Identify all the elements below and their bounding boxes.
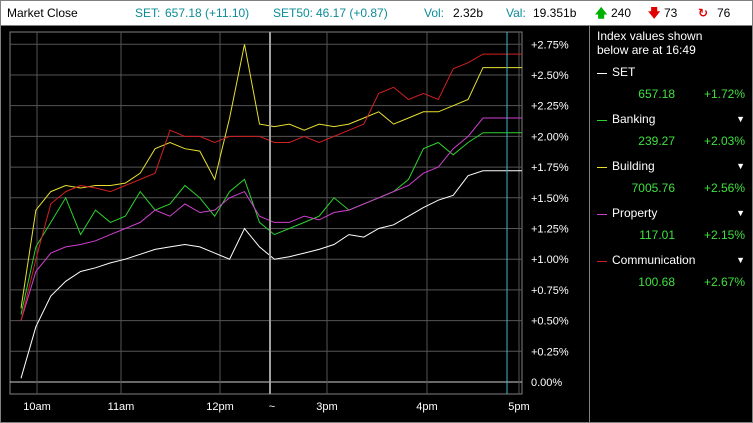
y-tick-label: +1.50%: [531, 193, 569, 205]
cycle-icon: ↻: [698, 6, 709, 20]
index-name: Property: [612, 206, 658, 220]
index-change: +2.15%: [703, 228, 745, 242]
index-row-property[interactable]: Property ▼ 117.01 +2.15%: [590, 205, 753, 249]
index-sidebar: Index values shown below are at 16:49 SE…: [589, 26, 753, 422]
index-row-building[interactable]: Building ▼ 7005.76 +2.56%: [590, 158, 753, 202]
index-row-banking[interactable]: Banking ▼ 239.27 +2.03%: [590, 111, 753, 155]
y-tick-label: +2.25%: [531, 101, 569, 113]
index-row-communication[interactable]: Communication ▼ 100.68 +2.67%: [590, 252, 753, 296]
series-swatch: [597, 73, 607, 74]
y-axis-labels: 0.00% +0.25% +0.50% +0.75% +1.00% +1.25% +1.50…: [531, 39, 569, 389]
index-value: 117.01: [639, 228, 675, 242]
dropdown-arrow-icon[interactable]: ▼: [736, 114, 745, 124]
set50-value: 46.17 (+0.87): [316, 6, 388, 20]
note-line-2: below are at 16:49: [597, 43, 696, 57]
arrow-up-icon: 🡅: [595, 6, 608, 20]
vol-value: 2.32b: [453, 6, 484, 20]
series-layer: [20, 44, 522, 379]
vol-label: Vol:: [424, 6, 445, 20]
series-line-communication: [20, 53, 522, 321]
index-change: +2.67%: [703, 275, 745, 289]
index-change: +2.03%: [703, 134, 745, 148]
series-line-set: [20, 170, 522, 379]
y-tick-label: +1.25%: [531, 223, 569, 235]
dropdown-arrow-icon[interactable]: ▼: [736, 161, 745, 171]
index-name: Banking: [612, 112, 656, 126]
val-label: Val:: [506, 6, 526, 20]
advances-count: 240: [611, 6, 632, 20]
x-tick-label: 5pm: [508, 401, 529, 413]
index-value: 239.27: [638, 134, 675, 148]
unchanged-count: 76: [717, 6, 731, 20]
series-line-banking: [20, 132, 522, 315]
index-chart: 0.00% +0.25% +0.50% +0.75% +1.00% +1.25% +1.50…: [9, 31, 569, 413]
set-value: 657.18 (+11.10): [165, 6, 250, 20]
series-swatch: [597, 120, 607, 121]
y-tick-label: +1.75%: [531, 162, 569, 174]
market-state: Market Close: [7, 6, 78, 20]
x-tick-label: 12pm: [206, 401, 234, 413]
y-tick-label: +2.75%: [531, 39, 569, 51]
x-tick-label: ~: [269, 401, 275, 413]
y-tick-label: +0.25%: [531, 346, 569, 358]
x-axis-labels: 10am 11am 12pm ~3pm 4pm 5pm: [23, 401, 529, 413]
y-tick-label: +2.00%: [531, 131, 569, 143]
set50-label: SET50:: [273, 6, 314, 20]
y-tick-label: +0.50%: [531, 316, 569, 328]
x-tick-label: 3pm: [316, 401, 337, 413]
x-tick-label: 10am: [23, 401, 51, 413]
y-tick-label: +0.75%: [531, 285, 569, 297]
x-tick-label: 11am: [108, 401, 135, 413]
status-bar: Market Close SET: 657.18 (+11.10) SET50:…: [1, 1, 752, 26]
index-name: Communication: [612, 253, 696, 267]
y-tick-label: +2.50%: [531, 70, 569, 82]
series-swatch: [597, 167, 607, 168]
app-window: Market Close SET: 657.18 (+11.10) SET50:…: [0, 0, 753, 423]
index-value: 657.18: [638, 87, 675, 101]
index-change: +1.72%: [703, 87, 745, 101]
val-value: 19.351b: [533, 6, 577, 20]
index-value: 7005.76: [631, 181, 675, 195]
sidebar-note: Index values shown below are at 16:49: [597, 29, 747, 57]
y-tick-label: +1.00%: [531, 254, 569, 266]
index-row-set[interactable]: SET▼657.18+1.72%: [590, 64, 753, 108]
dropdown-arrow-icon[interactable]: ▼: [736, 255, 745, 265]
index-value: 100.68: [638, 275, 675, 289]
y-tick-label: 0.00%: [531, 377, 562, 389]
index-change: +2.56%: [703, 181, 745, 195]
dropdown-arrow-icon[interactable]: ▼: [736, 208, 745, 218]
index-name: Building: [612, 159, 655, 173]
declines-count: 73: [664, 6, 678, 20]
series-line-building: [20, 44, 522, 309]
index-name: SET: [612, 65, 636, 79]
note-line-1: Index values shown: [597, 29, 703, 43]
series-swatch: [597, 214, 607, 215]
x-tick-label: 4pm: [416, 401, 437, 413]
series-swatch: [597, 261, 607, 262]
set-label: SET:: [135, 6, 161, 20]
arrow-down-icon: 🡇: [648, 6, 661, 20]
